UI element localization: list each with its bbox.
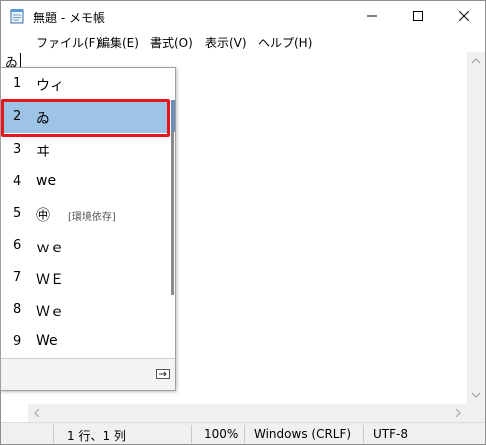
candidate-number: 9 — [13, 334, 22, 349]
menu-edit[interactable]: 編集(E) — [98, 34, 139, 51]
status-line-ending: Windows (CRLF) — [254, 427, 352, 441]
expand-view-icon[interactable] — [156, 369, 170, 379]
menu-bar: ファイル(F) 編集(E) 書式(O) 表示(V) ヘルプ(H) — [1, 32, 485, 52]
candidate-number: 4 — [13, 174, 22, 189]
candidate-scrollbar[interactable] — [170, 68, 176, 358]
candidate-item[interactable]: 5 ㊥ [環境依存] — [2, 198, 169, 230]
menu-help[interactable]: ヘルプ(H) — [258, 34, 312, 51]
candidate-number: 3 — [13, 142, 22, 157]
close-button[interactable] — [441, 1, 486, 31]
menu-file[interactable]: ファイル(F) — [36, 34, 100, 51]
chevron-left-icon — [34, 409, 40, 417]
scroll-up-arrow[interactable] — [467, 52, 485, 70]
status-separator — [363, 425, 364, 443]
candidate-text: Ｗｅ — [36, 304, 64, 320]
candidate-scroll-thumb[interactable] — [171, 132, 174, 295]
status-bar: 1 行、1 列 100% Windows (CRLF) UTF-8 — [1, 422, 485, 444]
status-separator — [191, 425, 192, 443]
menu-format[interactable]: 書式(O) — [150, 34, 193, 51]
candidate-item[interactable]: 8 Ｗｅ — [2, 294, 169, 326]
candidate-number: 6 — [13, 238, 22, 253]
title-bar[interactable]: 無題 - メモ帳 — [1, 1, 485, 31]
maximize-button[interactable] — [395, 1, 441, 31]
maximize-icon — [413, 11, 423, 21]
status-separator — [244, 425, 245, 443]
chevron-right-icon — [455, 409, 461, 417]
scroll-left-arrow[interactable] — [28, 404, 46, 422]
candidate-number: 7 — [13, 270, 22, 285]
candidate-item[interactable]: 4 we — [2, 166, 169, 198]
candidate-text: ㊥ — [36, 208, 50, 224]
minimize-button[interactable] — [349, 1, 395, 31]
candidate-scroll-marker — [171, 100, 175, 132]
candidate-text: we — [36, 173, 57, 189]
selection-highlight-box — [1, 99, 170, 137]
candidate-number: 8 — [13, 302, 22, 317]
candidate-text: ＷＥ — [36, 272, 64, 288]
candidate-number: 5 — [13, 206, 22, 221]
candidate-number: 1 — [13, 76, 22, 91]
candidate-item[interactable]: 1 ウィ — [2, 68, 169, 100]
window-title: 無題 - メモ帳 — [33, 11, 105, 25]
candidate-item[interactable]: 7 ＷＥ — [2, 262, 169, 294]
scrollbar-corner — [467, 404, 485, 422]
status-position: 1 行、1 列 — [67, 429, 126, 443]
close-icon — [459, 11, 469, 21]
candidate-footer — [1, 358, 175, 390]
candidate-item[interactable]: 9 We — [2, 326, 169, 358]
candidate-text: ｗｅ — [36, 240, 64, 256]
status-separator — [53, 425, 54, 443]
candidate-item[interactable]: 3 ヰ — [2, 134, 169, 166]
minimize-icon — [367, 15, 377, 17]
notepad-icon — [10, 9, 24, 24]
menu-view[interactable]: 表示(V) — [205, 34, 247, 51]
chevron-up-icon — [472, 58, 480, 64]
candidate-text: ウィ — [36, 78, 64, 94]
vertical-scrollbar[interactable] — [467, 52, 485, 404]
candidate-note: [環境依存] — [68, 212, 116, 223]
ime-candidate-window: 1 ウィ 2 ゐ 3 ヰ 4 we 5 ㊥ [環境依存] 6 ｗｅ 7 ＷＥ 8… — [0, 67, 176, 391]
candidate-text: ヰ — [36, 144, 50, 160]
status-zoom: 100% — [204, 427, 239, 441]
horizontal-scrollbar[interactable] — [28, 404, 467, 422]
scroll-right-arrow[interactable] — [449, 404, 467, 422]
chevron-down-icon — [472, 392, 480, 398]
status-encoding: UTF-8 — [373, 427, 408, 441]
scroll-down-arrow[interactable] — [467, 386, 485, 404]
candidate-item[interactable]: 6 ｗｅ — [2, 230, 169, 262]
candidate-text: We — [36, 333, 58, 349]
